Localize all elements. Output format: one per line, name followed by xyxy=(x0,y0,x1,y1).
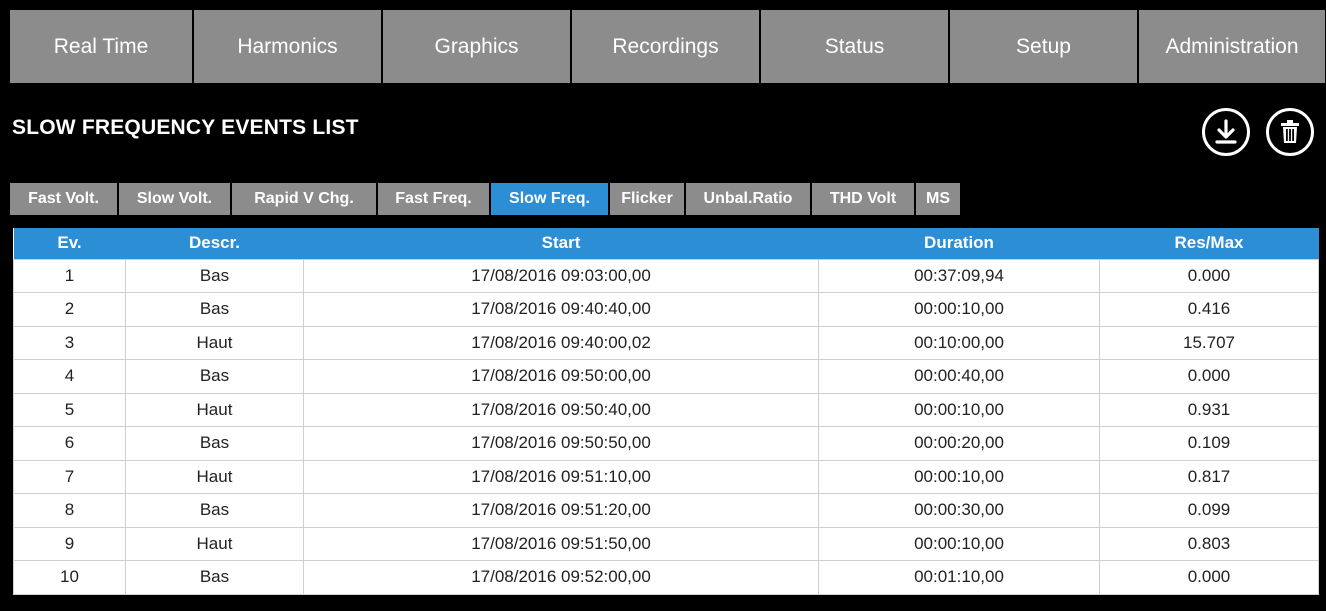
cell-descr: Bas xyxy=(125,292,304,327)
download-button[interactable] xyxy=(1202,108,1250,156)
cell-res-max: 0.803 xyxy=(1099,526,1319,561)
cell-ev: 6 xyxy=(13,426,126,461)
table-row[interactable]: 10 Bas 17/08/2016 09:52:00,00 00:01:10,00 0.… xyxy=(13,560,1319,595)
menu-item-setup[interactable]: Setup xyxy=(950,10,1139,83)
menu-item-real-time[interactable]: Real Time xyxy=(10,10,194,83)
cell-descr: Bas xyxy=(125,258,304,293)
cell-duration: 00:00:10,00 xyxy=(818,292,1100,327)
column-header-descr[interactable]: Descr. xyxy=(125,228,304,259)
cell-descr: Haut xyxy=(125,392,304,427)
cell-descr: Haut xyxy=(125,526,304,561)
cell-res-max: 0.416 xyxy=(1099,292,1319,327)
cell-descr: Bas xyxy=(125,493,304,528)
cell-start: 17/08/2016 09:40:40,00 xyxy=(303,292,819,327)
cell-res-max: 0.817 xyxy=(1099,459,1319,494)
cell-res-max: 0.931 xyxy=(1099,392,1319,427)
cell-ev: 7 xyxy=(13,459,126,494)
main-menu: Real Time Harmonics Graphics Recordings … xyxy=(10,10,1325,83)
menu-item-harmonics[interactable]: Harmonics xyxy=(194,10,383,83)
cell-ev: 4 xyxy=(13,359,126,394)
table-header-row: Ev. Descr. Start Duration Res/Max xyxy=(13,228,1319,259)
tab-slow-freq[interactable]: Slow Freq. xyxy=(491,183,610,215)
cell-duration: 00:00:10,00 xyxy=(818,459,1100,494)
cell-duration: 00:37:09,94 xyxy=(818,258,1100,293)
cell-res-max: 0.000 xyxy=(1099,560,1319,595)
cell-descr: Bas xyxy=(125,560,304,595)
menu-item-recordings[interactable]: Recordings xyxy=(572,10,761,83)
cell-start: 17/08/2016 09:51:10,00 xyxy=(303,459,819,494)
cell-start: 17/08/2016 09:50:40,00 xyxy=(303,392,819,427)
column-header-res-max[interactable]: Res/Max xyxy=(1099,228,1319,259)
cell-start: 17/08/2016 09:52:00,00 xyxy=(303,560,819,595)
tab-flicker[interactable]: Flicker xyxy=(610,183,686,215)
column-header-start[interactable]: Start xyxy=(303,228,819,259)
cell-duration: 00:00:10,00 xyxy=(818,526,1100,561)
table-row[interactable]: 1 Bas 17/08/2016 09:03:00,00 00:37:09,94 0.0… xyxy=(13,258,1319,293)
cell-ev: 5 xyxy=(13,392,126,427)
event-type-tabs: Fast Volt. Slow Volt. Rapid V Chg. Fast … xyxy=(10,183,962,215)
trash-icon xyxy=(1281,120,1299,143)
cell-start: 17/08/2016 09:50:00,00 xyxy=(303,359,819,394)
cell-start: 17/08/2016 09:50:50,00 xyxy=(303,426,819,461)
events-table: Ev. Descr. Start Duration Res/Max 1 Bas 17… xyxy=(13,228,1319,595)
cell-duration: 00:00:40,00 xyxy=(818,359,1100,394)
table-row[interactable]: 5 Haut 17/08/2016 09:50:40,00 00:00:10,00 0.… xyxy=(13,392,1319,427)
cell-res-max: 0.000 xyxy=(1099,359,1319,394)
delete-button[interactable] xyxy=(1266,108,1314,156)
tab-fast-volt[interactable]: Fast Volt. xyxy=(10,183,119,215)
download-icon xyxy=(1215,119,1237,144)
column-header-duration[interactable]: Duration xyxy=(818,228,1100,259)
cell-ev: 1 xyxy=(13,258,126,293)
tab-thd-volt[interactable]: THD Volt xyxy=(812,183,916,215)
table-row[interactable]: 9 Haut 17/08/2016 09:51:50,00 00:00:10,00 0.… xyxy=(13,526,1319,561)
tab-slow-volt[interactable]: Slow Volt. xyxy=(119,183,232,215)
cell-descr: Bas xyxy=(125,359,304,394)
cell-ev: 10 xyxy=(13,560,126,595)
cell-res-max: 0.000 xyxy=(1099,258,1319,293)
cell-start: 17/08/2016 09:03:00,00 xyxy=(303,258,819,293)
page-title: SLOW FREQUENCY EVENTS LIST xyxy=(12,116,359,139)
cell-res-max: 0.099 xyxy=(1099,493,1319,528)
cell-ev: 9 xyxy=(13,526,126,561)
menu-item-status[interactable]: Status xyxy=(761,10,950,83)
cell-duration: 00:10:00,00 xyxy=(818,325,1100,360)
cell-descr: Bas xyxy=(125,426,304,461)
tab-unbal-ratio[interactable]: Unbal.Ratio xyxy=(686,183,812,215)
cell-start: 17/08/2016 09:40:00,02 xyxy=(303,325,819,360)
menu-item-administration[interactable]: Administration xyxy=(1139,10,1325,83)
cell-ev: 3 xyxy=(13,325,126,360)
cell-ev: 2 xyxy=(13,292,126,327)
cell-descr: Haut xyxy=(125,325,304,360)
table-row[interactable]: 2 Bas 17/08/2016 09:40:40,00 00:00:10,00 0.4… xyxy=(13,292,1319,327)
table-row[interactable]: 6 Bas 17/08/2016 09:50:50,00 00:00:20,00 0.1… xyxy=(13,426,1319,461)
cell-start: 17/08/2016 09:51:50,00 xyxy=(303,526,819,561)
table-row[interactable]: 8 Bas 17/08/2016 09:51:20,00 00:00:30,00 0.0… xyxy=(13,493,1319,528)
cell-duration: 00:00:10,00 xyxy=(818,392,1100,427)
cell-duration: 00:00:30,00 xyxy=(818,493,1100,528)
cell-duration: 00:00:20,00 xyxy=(818,426,1100,461)
cell-ev: 8 xyxy=(13,493,126,528)
tab-ms[interactable]: MS xyxy=(916,183,962,215)
column-header-ev[interactable]: Ev. xyxy=(13,228,126,259)
tab-fast-freq[interactable]: Fast Freq. xyxy=(378,183,491,215)
table-row[interactable]: 3 Haut 17/08/2016 09:40:00,02 00:10:00,00 15… xyxy=(13,325,1319,360)
tab-rapid-v-chg[interactable]: Rapid V Chg. xyxy=(232,183,378,215)
events-table-container: Ev. Descr. Start Duration Res/Max 1 Bas 17… xyxy=(13,228,1319,595)
menu-item-graphics[interactable]: Graphics xyxy=(383,10,572,83)
cell-duration: 00:01:10,00 xyxy=(818,560,1100,595)
table-row[interactable]: 7 Haut 17/08/2016 09:51:10,00 00:00:10,00 0.… xyxy=(13,459,1319,494)
cell-res-max: 15.707 xyxy=(1099,325,1319,360)
cell-res-max: 0.109 xyxy=(1099,426,1319,461)
cell-start: 17/08/2016 09:51:20,00 xyxy=(303,493,819,528)
table-row[interactable]: 4 Bas 17/08/2016 09:50:00,00 00:00:40,00 0.0… xyxy=(13,359,1319,394)
cell-descr: Haut xyxy=(125,459,304,494)
